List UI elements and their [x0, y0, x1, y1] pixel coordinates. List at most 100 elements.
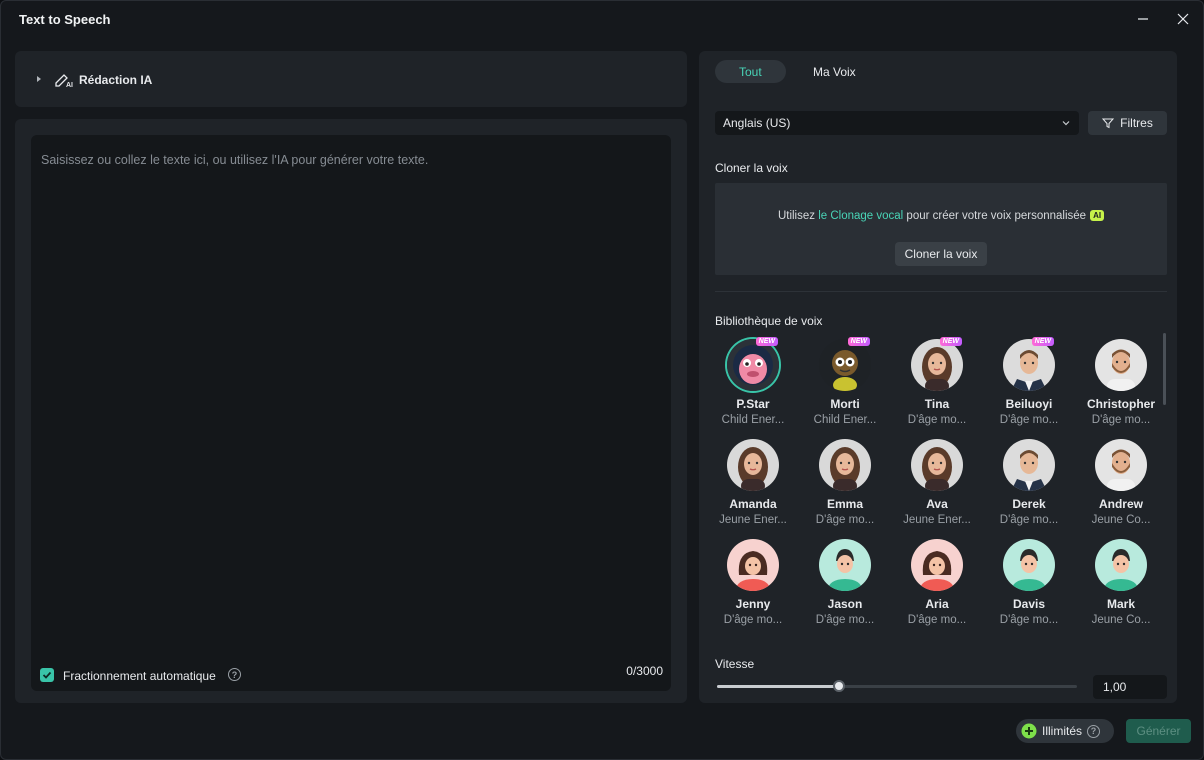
voice-card-tina[interactable]: NEW Tina D'âge mo... — [896, 337, 978, 426]
voice-name: Ava — [926, 497, 948, 511]
voice-name: Beiluoyi — [1005, 397, 1053, 411]
clone-voice-title: Cloner la voix — [715, 161, 788, 175]
tab-all[interactable]: Tout — [715, 60, 786, 83]
voice-name: Aria — [925, 597, 949, 611]
voice-description: D'âge mo... — [907, 614, 967, 626]
language-value: Anglais (US) — [723, 116, 791, 130]
scrollbar-thumb[interactable] — [1163, 333, 1166, 405]
voice-name: Davis — [1012, 597, 1046, 611]
window-title: Text to Speech — [19, 12, 111, 27]
man-beard-avatar — [1095, 439, 1147, 491]
speed-slider-thumb[interactable] — [833, 680, 846, 692]
svg-text:AI: AI — [66, 82, 73, 88]
filter-icon — [1102, 118, 1115, 129]
voice-card-p-star[interactable]: NEW P.Star Child Éner... — [712, 337, 794, 426]
voice-description: Child Éner... — [721, 414, 785, 426]
speed-value-input[interactable]: 1,00 — [1093, 675, 1167, 699]
woman-avatar — [819, 439, 871, 491]
new-badge: NEW — [847, 337, 870, 346]
ai-pen-icon: AI — [55, 74, 73, 88]
voice-card-derek[interactable]: Derek D'âge mo... — [988, 439, 1070, 526]
voice-name: Christopher — [1086, 397, 1155, 411]
voice-card-jenny[interactable]: Jenny D'âge mo... — [712, 539, 794, 626]
generate-button[interactable]: Générer — [1126, 719, 1191, 743]
text-input[interactable] — [31, 135, 671, 691]
voice-name: Mark — [1106, 597, 1135, 611]
voice-card-emma[interactable]: Emma D'âge mo... — [804, 439, 886, 526]
voice-description: D'âge mo... — [1091, 414, 1151, 426]
voice-card-mark[interactable]: Mark Jeune Co... — [1080, 539, 1162, 626]
help-icon[interactable]: ? — [228, 668, 241, 681]
cartoon-boy-avatar — [819, 339, 871, 391]
unlimited-label: Illimités — [1042, 724, 1083, 738]
voice-card-ava[interactable]: Ava Jeune Éner... — [896, 439, 978, 526]
voice-name: Tina — [924, 397, 950, 411]
voice-card-amanda[interactable]: Amanda Jeune Éner... — [712, 439, 794, 526]
voice-card-andrew[interactable]: Andrew Jeune Co... — [1080, 439, 1162, 526]
female-placeholder-avatar — [911, 539, 963, 591]
voice-description: Jeune Co... — [1091, 614, 1151, 626]
auto-split-checkbox[interactable] — [40, 668, 54, 682]
man-beard-avatar — [1095, 339, 1147, 391]
clone-text-before: Utilisez — [777, 210, 819, 222]
text-to-speech-window: Text to Speech AI Rédaction IA Fractionn… — [0, 0, 1204, 760]
voice-description: D'âge mo... — [907, 414, 967, 426]
clone-text-after: pour créer votre voix personnalisée — [903, 210, 1087, 222]
clone-description: Utilisez le Clonage vocal pour créer vot… — [715, 210, 1167, 222]
close-icon — [1177, 13, 1189, 25]
woman-avatar — [911, 339, 963, 391]
voice-card-beiluoyi[interactable]: NEW Beiluoyi D'âge mo... — [988, 337, 1070, 426]
voice-name: Derek — [1012, 497, 1046, 511]
voice-card-christopher[interactable]: Christopher D'âge mo... — [1080, 339, 1162, 426]
plus-coin-icon — [1021, 723, 1037, 739]
voice-description: D'âge mo... — [815, 514, 875, 526]
voice-name: Emma — [826, 497, 864, 511]
male-placeholder-avatar — [1003, 539, 1055, 591]
expand-arrow-icon — [37, 76, 41, 82]
new-badge: NEW — [939, 337, 962, 346]
text-editor-panel: Fractionnement automatique ? 0/3000 — [15, 119, 687, 703]
divider — [715, 291, 1167, 292]
voice-description: Child Éner... — [813, 414, 877, 426]
language-select[interactable]: Anglais (US) — [715, 111, 1079, 135]
pink-creature-avatar — [727, 339, 779, 391]
ai-writing-panel[interactable]: AI Rédaction IA — [15, 51, 687, 107]
voice-card-jason[interactable]: Jason D'âge mo... — [804, 539, 886, 626]
voice-card-aria[interactable]: Aria D'âge mo... — [896, 539, 978, 626]
voice-description: D'âge mo... — [815, 614, 875, 626]
filters-button[interactable]: Filtres — [1088, 111, 1167, 135]
voice-card-davis[interactable]: Davis D'âge mo... — [988, 539, 1070, 626]
ai-badge: AI — [1090, 210, 1105, 221]
man-suit-avatar — [1003, 439, 1055, 491]
clone-voice-button[interactable]: Cloner la voix — [895, 242, 987, 266]
help-icon[interactable]: ? — [1087, 724, 1101, 738]
voice-name: Jenny — [735, 597, 771, 611]
close-button[interactable] — [1172, 9, 1194, 29]
voice-description: D'âge mo... — [999, 614, 1059, 626]
voice-description: D'âge mo... — [999, 414, 1059, 426]
voice-name: Amanda — [729, 497, 777, 511]
male-placeholder-avatar — [819, 539, 871, 591]
voice-description: D'âge mo... — [999, 514, 1059, 526]
male-placeholder-avatar — [1095, 539, 1147, 591]
character-counter: 0/3000 — [626, 664, 663, 678]
new-badge: NEW — [1031, 337, 1054, 346]
female-placeholder-avatar — [727, 539, 779, 591]
speed-slider[interactable] — [717, 680, 1077, 692]
man-suit-avatar — [1003, 339, 1055, 391]
voice-panel: Tout Ma Voix Anglais (US) Filtres Cloner… — [699, 51, 1177, 703]
speed-label: Vitesse — [715, 657, 755, 671]
voice-name: Jason — [827, 597, 863, 611]
voice-name: Morti — [830, 397, 860, 411]
filters-label: Filtres — [1120, 116, 1153, 130]
minimize-button[interactable] — [1132, 9, 1154, 29]
unlimited-credits-button[interactable]: Illimités ? — [1016, 719, 1114, 743]
minimize-icon — [1138, 18, 1148, 20]
auto-split-label: Fractionnement automatique — [63, 669, 216, 683]
speed-slider-fill — [717, 685, 840, 688]
voice-card-morti[interactable]: NEW Morti Child Éner... — [804, 337, 886, 426]
tab-my-voice[interactable]: Ma Voix — [789, 60, 880, 83]
voice-description: Jeune Éner... — [903, 514, 971, 526]
voice-cloning-link[interactable]: le Clonage vocal — [818, 210, 903, 222]
checkmark-icon — [42, 671, 52, 679]
